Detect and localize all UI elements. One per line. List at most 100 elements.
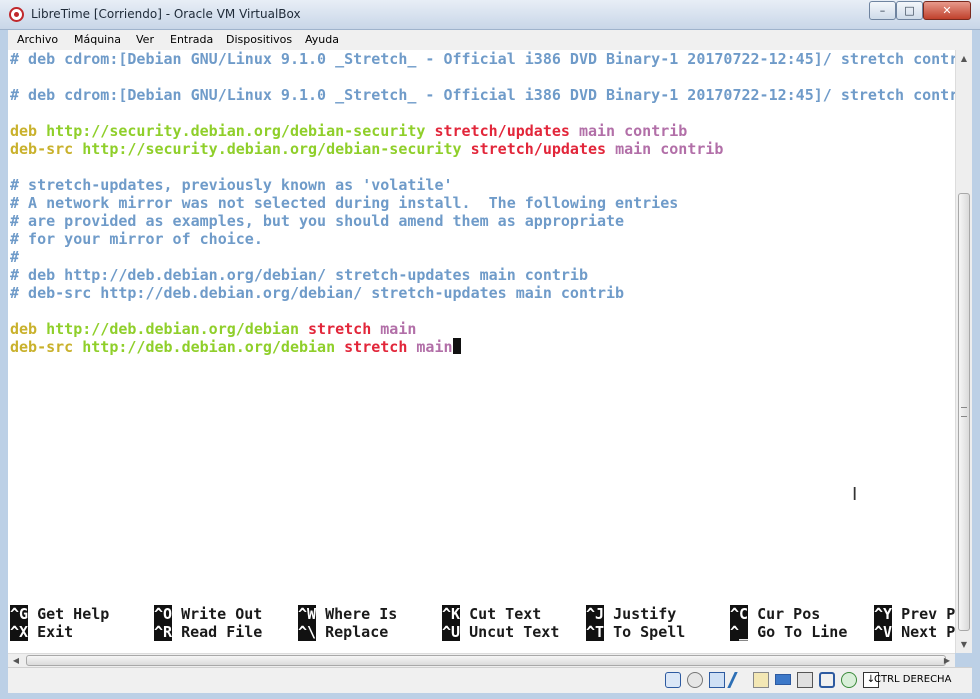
- scroll-down-arrow-icon[interactable]: ▼: [956, 636, 972, 653]
- shortcut-read-file: ^R Read File: [154, 623, 262, 641]
- shortcut-key: ^\: [298, 623, 317, 641]
- hdd-icon[interactable]: [665, 672, 681, 688]
- close-button[interactable]: ✕: [923, 1, 971, 20]
- scroll-right-arrow-icon[interactable]: ▶: [939, 654, 955, 667]
- menu-ayuda[interactable]: Ayuda: [305, 33, 339, 46]
- shortcut-key: ^J: [586, 605, 605, 623]
- shortcut-prev-p: ^Y Prev P: [874, 605, 955, 623]
- scroll-left-arrow-icon[interactable]: ◀: [8, 654, 24, 667]
- network-icon[interactable]: [709, 672, 725, 688]
- shortcut-key: ^U: [442, 623, 461, 641]
- shortcut-replace: ^\ Replace: [298, 623, 388, 641]
- shortcut-cur-pos: ^C Cur Pos: [730, 605, 820, 623]
- window-title: LibreTime [Corriendo] - Oracle VM Virtua…: [31, 7, 301, 21]
- cpu-icon[interactable]: [819, 672, 835, 688]
- shortcut-label: Write Out: [181, 605, 263, 623]
- editor-token-comment: # A network mirror was not selected duri…: [10, 194, 679, 212]
- usb-icon[interactable]: [727, 672, 745, 688]
- editor-line: # stretch-updates, previously known as '…: [10, 176, 453, 194]
- editor-token-dist: stretch: [344, 338, 417, 356]
- shared-folder-icon[interactable]: [753, 672, 769, 688]
- editor-line: # are provided as examples, but you shou…: [10, 212, 624, 230]
- editor-token-comment: # for your mirror of choice.: [10, 230, 263, 248]
- recording-icon[interactable]: [797, 672, 813, 688]
- menu-dispositivos[interactable]: Dispositivos: [226, 33, 292, 46]
- editor-line: deb http://security.debian.org/debian-se…: [10, 122, 687, 140]
- horizontal-scroll-thumb[interactable]: [26, 655, 946, 666]
- menu-ver[interactable]: Ver: [136, 33, 154, 46]
- editor-line: # deb cdrom:[Debian GNU/Linux 9.1.0 _Str…: [10, 86, 955, 104]
- shortcut-label: Justify: [613, 605, 677, 623]
- host-key-label: CTRL DERECHA: [874, 674, 952, 685]
- shortcut-go-to-line: ^_ Go To Line: [730, 623, 847, 641]
- shortcut-key: ^C: [730, 605, 749, 623]
- shortcut-label: Next P: [901, 623, 955, 641]
- editor-token-comment: # deb-src http://deb.debian.org/debian/ …: [10, 284, 625, 302]
- scroll-grip-icon: [961, 407, 967, 417]
- menu-bar: Archivo Máquina Ver Entrada Dispositivos…: [8, 30, 972, 51]
- shortcut-key: ^X: [10, 623, 29, 641]
- vertical-scroll-thumb[interactable]: [958, 193, 970, 631]
- editor-token-comp: main: [416, 338, 453, 356]
- shortcut-next-p: ^V Next P: [874, 623, 955, 641]
- editor-token-comment: # deb cdrom:[Debian GNU/Linux 9.1.0 _Str…: [10, 86, 955, 104]
- shortcut-where-is: ^W Where Is: [298, 605, 397, 623]
- shortcut-key: ^G: [10, 605, 29, 623]
- menu-archivo[interactable]: Archivo: [17, 33, 58, 46]
- shortcut-label: Cur Pos: [757, 605, 821, 623]
- horizontal-scrollbar[interactable]: ◀ ▶: [8, 653, 955, 667]
- window-title-bar[interactable]: LibreTime [Corriendo] - Oracle VM Virtua…: [0, 0, 980, 30]
- shortcut-label: Exit: [37, 623, 74, 641]
- mouse-ibeam-cursor-icon: I: [852, 484, 858, 505]
- editor-token-url: http://deb.debian.org/debian: [46, 320, 309, 338]
- minimize-button[interactable]: –: [869, 1, 896, 20]
- shortcut-uncut-text: ^U Uncut Text: [442, 623, 559, 641]
- scroll-up-arrow-icon[interactable]: ▲: [956, 50, 972, 67]
- editor-token-kw: deb: [10, 122, 47, 140]
- editor-token-comment: #: [10, 248, 20, 266]
- vm-terminal-screen[interactable]: # deb cdrom:[Debian GNU/Linux 9.1.0 _Str…: [8, 50, 955, 653]
- shortcut-exit: ^X Exit: [10, 623, 73, 641]
- editor-token-comp: main: [380, 320, 417, 338]
- shortcut-cut-text: ^K Cut Text: [442, 605, 541, 623]
- menu-maquina[interactable]: Máquina: [74, 33, 121, 46]
- shortcut-label: Get Help: [37, 605, 110, 623]
- shortcut-write-out: ^O Write Out: [154, 605, 262, 623]
- editor-line: #: [10, 248, 19, 266]
- shortcut-label: To Spell: [613, 623, 686, 641]
- editor-token-kw: deb: [10, 320, 47, 338]
- menu-entrada[interactable]: Entrada: [170, 33, 213, 46]
- shortcut-label: Uncut Text: [469, 623, 560, 641]
- shortcut-key: ^K: [442, 605, 461, 623]
- editor-token-comment: # are provided as examples, but you shou…: [10, 212, 625, 230]
- shortcut-label: Where Is: [325, 605, 398, 623]
- shortcut-to-spell: ^T To Spell: [586, 623, 685, 641]
- shortcut-key: ^W: [298, 605, 317, 623]
- shortcut-key: ^T: [586, 623, 605, 641]
- vertical-scrollbar[interactable]: ▲ ▼: [955, 50, 972, 653]
- editor-line: deb-src http://security.debian.org/debia…: [10, 140, 723, 158]
- shortcut-label: Prev P: [901, 605, 955, 623]
- editor-token-comment: # deb http://deb.debian.org/debian/ stre…: [10, 266, 588, 284]
- editor-token-dist: stretch/updates: [434, 122, 579, 140]
- vm-status-bar: ↓ CTRL DERECHA: [8, 667, 972, 693]
- maximize-button[interactable]: □: [896, 1, 923, 20]
- editor-line: # for your mirror of choice.: [10, 230, 263, 248]
- optical-disc-icon[interactable]: [687, 672, 703, 688]
- text-cursor: [452, 338, 461, 354]
- mouse-integration-icon[interactable]: [841, 672, 857, 688]
- editor-line: deb-src http://deb.debian.org/debian str…: [10, 338, 461, 356]
- editor-token-comment: # stretch-updates, previously known as '…: [10, 176, 453, 194]
- editor-line: deb http://deb.debian.org/debian stretch…: [10, 320, 416, 338]
- editor-token-comment: # deb cdrom:[Debian GNU/Linux 9.1.0 _Str…: [10, 50, 955, 68]
- editor-token-comp: main contrib: [615, 140, 724, 158]
- editor-token-url: http://deb.debian.org/debian: [82, 338, 345, 356]
- editor-token-kw: deb-src: [10, 140, 83, 158]
- shortcut-label: Go To Line: [757, 623, 848, 641]
- editor-line: # deb cdrom:[Debian GNU/Linux 9.1.0 _Str…: [10, 50, 955, 68]
- shortcut-key: ^Y: [874, 605, 893, 623]
- editor-token-dist: stretch/updates: [470, 140, 616, 158]
- shortcut-label: Read File: [181, 623, 263, 641]
- display-icon[interactable]: [775, 674, 791, 685]
- editor-line: # A network mirror was not selected duri…: [10, 194, 678, 212]
